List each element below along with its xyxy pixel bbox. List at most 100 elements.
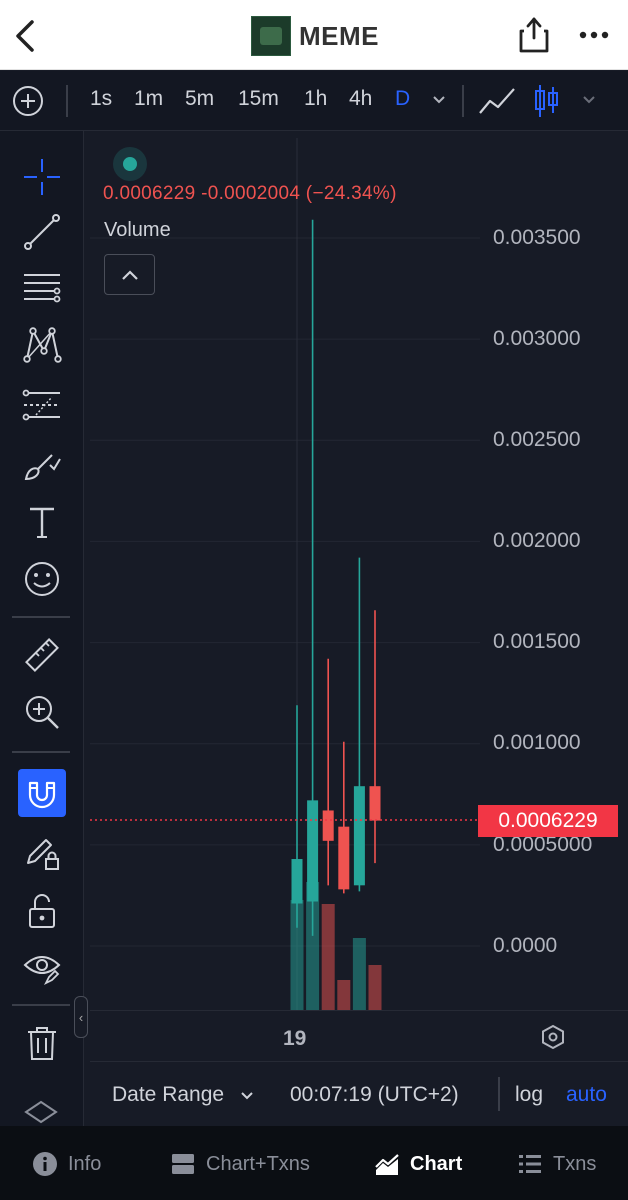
unlock-tool[interactable] — [18, 887, 66, 935]
candle-body — [307, 800, 319, 902]
candle-body — [338, 826, 350, 890]
timeframe-15m[interactable]: 15m — [238, 87, 279, 111]
volume-bar — [321, 904, 335, 1010]
timeframe-d[interactable]: D — [395, 87, 410, 111]
candle-body — [291, 859, 303, 904]
chart-type-dropdown-icon[interactable] — [582, 95, 596, 105]
nav-chart-txns-label: Chart+Txns — [206, 1152, 310, 1175]
fib-retracement-icon — [22, 389, 60, 421]
tool-divider — [12, 1004, 70, 1006]
tool-divider — [12, 616, 70, 618]
brush-icon — [24, 454, 61, 481]
area-chart-icon — [375, 1154, 399, 1175]
horizontal-lines-icon — [24, 274, 61, 303]
app-root: MEME 1s 1m 5m 15m 1h 4h D ‹ 0.0006229 -0… — [0, 0, 628, 1200]
volume-bar — [337, 980, 351, 1010]
auto-scale-toggle[interactable]: auto — [566, 1083, 607, 1107]
price-axis-label: 0.001000 — [493, 731, 581, 754]
crosshair-icon — [24, 159, 60, 195]
ohlc-legend: 0.0006229 -0.0002004 (−24.34%) — [103, 183, 397, 204]
price-axis-label: 0.002500 — [493, 428, 581, 451]
token-logo — [251, 16, 291, 56]
chevron-down-icon[interactable] — [240, 1091, 254, 1101]
volume-bar — [352, 938, 366, 1010]
nav-chart-txns[interactable]: Chart+Txns — [170, 1150, 310, 1178]
tool-divider — [12, 751, 70, 753]
split-view-icon — [172, 1154, 194, 1174]
timeframe-1m[interactable]: 1m — [134, 87, 163, 111]
chart-footer: Date Range 00:07:19 (UTC+2) log auto — [90, 1063, 628, 1126]
text-tool[interactable] — [18, 499, 66, 547]
smiley-icon — [25, 562, 59, 596]
nav-chart-label: Chart — [410, 1152, 463, 1175]
ruler-icon — [25, 638, 59, 672]
text-icon — [30, 507, 54, 538]
date-range-button[interactable]: Date Range — [112, 1083, 224, 1107]
collapse-toolbar-button[interactable]: ‹ — [74, 996, 88, 1038]
pencil-lock-icon — [27, 839, 59, 870]
candle-body — [322, 810, 334, 841]
nav-info[interactable]: Info — [32, 1150, 101, 1178]
time-axis[interactable]: 19 — [90, 1010, 628, 1062]
chart-toolbar: 1s 1m 5m 15m 1h 4h D — [0, 71, 628, 131]
current-price-label: 0.0006229 — [478, 805, 618, 837]
list-icon — [519, 1155, 541, 1173]
toolbar-divider — [462, 85, 464, 117]
token-name: MEME — [299, 20, 379, 51]
trendline-icon — [24, 214, 60, 250]
volume-bar — [368, 965, 382, 1010]
price-axis-label: 0.001500 — [493, 630, 581, 653]
footer-divider — [498, 1077, 500, 1111]
nav-chart[interactable]: Chart — [374, 1150, 462, 1178]
chart-pane[interactable] — [90, 138, 628, 1010]
price-axis-label: 0.003000 — [493, 327, 581, 350]
top-bar: MEME — [0, 0, 628, 70]
price-axis-label: 0.0000 — [493, 934, 558, 957]
timeframe-dropdown-icon[interactable] — [432, 95, 446, 105]
candlestick-chart-icon[interactable] — [533, 83, 559, 119]
price-axis-label: 0.002000 — [493, 529, 581, 552]
crosshair-tool[interactable] — [18, 153, 66, 201]
eye-icon — [23, 956, 61, 986]
measure-tool[interactable] — [18, 631, 66, 679]
chevron-up-icon — [121, 269, 138, 280]
emoji-tool[interactable] — [18, 555, 66, 603]
timeframe-5m[interactable]: 5m — [185, 87, 214, 111]
delete-tool[interactable] — [18, 1019, 66, 1067]
settings-hexagon-icon[interactable] — [540, 1024, 566, 1050]
trendline-tool[interactable] — [18, 208, 66, 256]
trash-icon — [28, 1027, 56, 1060]
add-indicator-icon[interactable] — [12, 85, 44, 117]
timeframe-4h[interactable]: 4h — [349, 87, 372, 111]
visibility-tool[interactable] — [18, 943, 66, 991]
collapse-legend-button[interactable] — [104, 254, 155, 295]
pattern-icon — [23, 327, 62, 363]
magnet-icon — [28, 781, 56, 809]
back-arrow-icon[interactable] — [10, 16, 40, 56]
candle-body — [369, 786, 381, 821]
pattern-tool[interactable] — [18, 321, 66, 369]
unlock-icon — [29, 894, 55, 928]
time-axis-tick: 19 — [283, 1027, 307, 1050]
lock-drawings-tool[interactable] — [18, 829, 66, 877]
nav-txns-label: Txns — [553, 1152, 597, 1175]
share-icon[interactable] — [517, 16, 551, 54]
fib-tool[interactable] — [18, 381, 66, 429]
timeframe-1h[interactable]: 1h — [304, 87, 327, 111]
info-icon — [33, 1152, 57, 1176]
log-scale-toggle[interactable]: log — [515, 1083, 543, 1107]
candle-body — [353, 786, 365, 886]
magnet-tool[interactable] — [18, 769, 66, 817]
horizontal-lines-tool[interactable] — [18, 263, 66, 311]
line-chart-icon[interactable] — [478, 85, 516, 117]
drawing-toolbar — [0, 131, 84, 1126]
timezone-clock[interactable]: 00:07:19 (UTC+2) — [290, 1083, 459, 1107]
zoom-tool[interactable] — [18, 688, 66, 736]
brush-tool[interactable] — [18, 441, 66, 489]
candlestick-chart — [90, 138, 480, 1010]
token-title[interactable]: MEME — [251, 16, 379, 56]
nav-txns[interactable]: Txns — [517, 1150, 596, 1178]
timeframe-1s[interactable]: 1s — [90, 87, 112, 111]
more-options-icon[interactable] — [578, 24, 610, 46]
layers-icon[interactable] — [24, 1100, 58, 1124]
